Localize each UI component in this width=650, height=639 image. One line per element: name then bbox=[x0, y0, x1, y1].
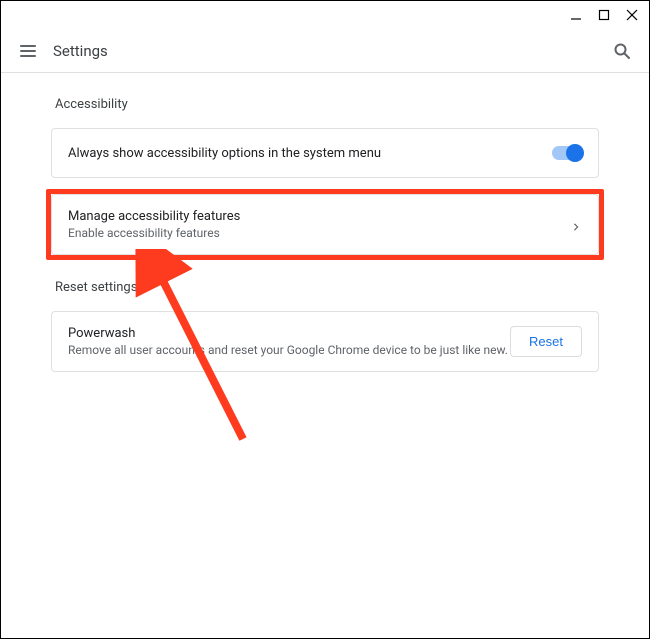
settings-content: Accessibility Always show accessibility … bbox=[1, 73, 649, 372]
window-titlebar bbox=[1, 1, 649, 29]
manage-accessibility-sub: Enable accessibility features bbox=[68, 226, 572, 240]
powerwash-row: Powerwash Remove all user accounts and r… bbox=[52, 312, 598, 371]
search-icon[interactable] bbox=[613, 42, 631, 60]
manage-accessibility-row[interactable]: Manage accessibility features Enable acc… bbox=[52, 195, 598, 254]
close-button[interactable] bbox=[625, 8, 639, 22]
always-show-accessibility-row[interactable]: Always show accessibility options in the… bbox=[52, 129, 598, 177]
window-frame: Settings Accessibility Always show acces… bbox=[0, 0, 650, 639]
powerwash-card: Powerwash Remove all user accounts and r… bbox=[51, 311, 599, 372]
hamburger-menu-icon[interactable] bbox=[19, 42, 37, 60]
annotation-highlight: Manage accessibility features Enable acc… bbox=[46, 189, 604, 260]
reset-section-title: Reset settings bbox=[55, 280, 595, 295]
manage-accessibility-label: Manage accessibility features bbox=[68, 209, 572, 224]
reset-button[interactable]: Reset bbox=[510, 326, 582, 357]
powerwash-sub: Remove all user accounts and reset your … bbox=[68, 343, 510, 357]
powerwash-label: Powerwash bbox=[68, 326, 510, 341]
maximize-button[interactable] bbox=[597, 8, 611, 22]
always-show-accessibility-toggle[interactable] bbox=[552, 146, 582, 160]
page-title: Settings bbox=[53, 42, 108, 60]
always-show-accessibility-label: Always show accessibility options in the… bbox=[68, 146, 552, 161]
accessibility-section-title: Accessibility bbox=[55, 97, 595, 112]
app-header: Settings bbox=[1, 29, 649, 73]
chevron-right-icon bbox=[572, 220, 582, 230]
minimize-button[interactable] bbox=[569, 8, 583, 22]
always-show-accessibility-card: Always show accessibility options in the… bbox=[51, 128, 599, 178]
manage-accessibility-card: Manage accessibility features Enable acc… bbox=[51, 194, 599, 255]
